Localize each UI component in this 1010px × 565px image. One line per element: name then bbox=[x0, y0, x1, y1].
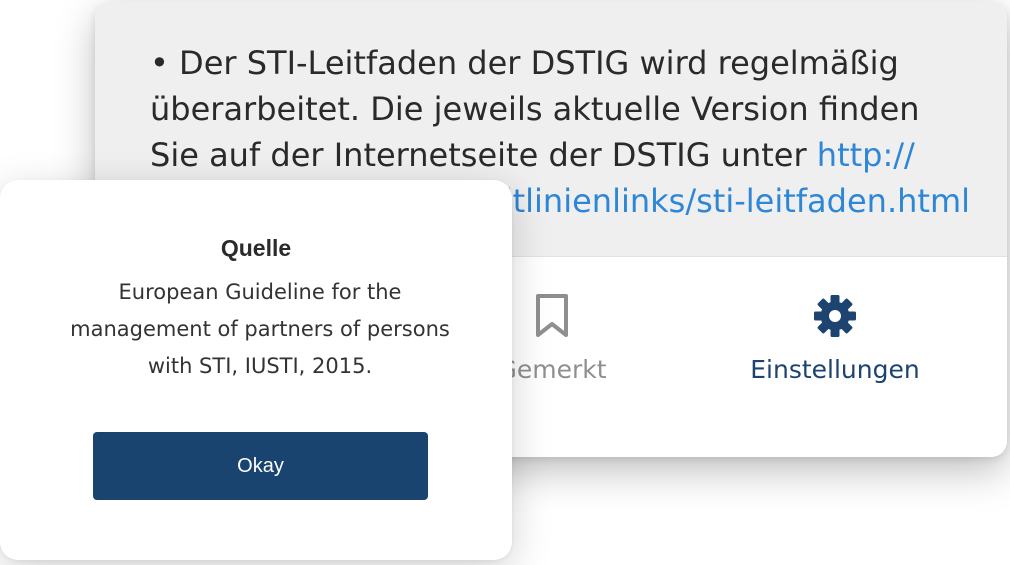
dialog-body: European Guideline for the management of… bbox=[40, 274, 480, 385]
source-dialog: Quelle European Guideline for the manage… bbox=[0, 180, 512, 560]
dstig-link-part1[interactable]: http:// bbox=[817, 136, 915, 174]
gear-icon bbox=[814, 295, 856, 337]
dialog-body-line: European Guideline for the bbox=[118, 280, 402, 304]
dialog-body-line: with STI, IUSTI, 2015. bbox=[147, 354, 373, 378]
okay-button[interactable]: Okay bbox=[93, 432, 428, 500]
tab-settings[interactable]: Einstellungen bbox=[705, 293, 965, 384]
dialog-title: Quelle bbox=[220, 235, 292, 261]
dialog-body-line: management of partners of persons bbox=[70, 317, 450, 341]
text-line: überarbeitet. Die jeweils aktuelle Versi… bbox=[150, 90, 920, 128]
bookmark-icon bbox=[536, 294, 568, 337]
text-line: Sie auf der Internetseite der DSTIG unte… bbox=[150, 132, 970, 178]
text-line-plain: Sie auf der Internetseite der DSTIG unte… bbox=[150, 136, 817, 174]
tab-settings-label: Einstellungen bbox=[750, 355, 920, 384]
text-line: • Der STI-Leitfaden der DSTIG wird regel… bbox=[150, 44, 899, 82]
